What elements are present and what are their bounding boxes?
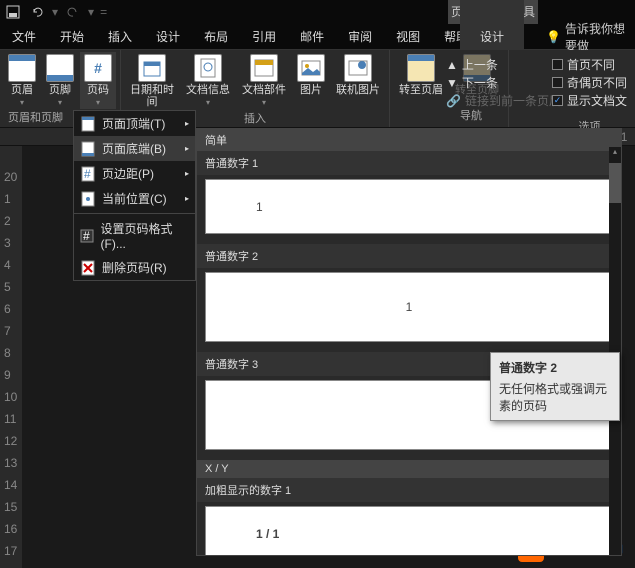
tab-file[interactable]: 文件 [0, 24, 48, 49]
quick-access-toolbar: ▾ ▾ = [4, 3, 107, 21]
format-icon: # [80, 228, 95, 244]
doc-parts-icon [250, 54, 278, 82]
current-pos-icon [80, 191, 96, 207]
header-button[interactable]: 页眉▾ [4, 52, 40, 109]
footer-button[interactable]: 页脚▾ [42, 52, 78, 109]
tab-view[interactable]: 视图 [384, 24, 432, 49]
group-options: 首页不同 奇偶页不同 ✓显示文档文 选项 [546, 52, 633, 140]
page-number-icon [84, 54, 112, 82]
chevron-right-icon: ▸ [185, 119, 189, 128]
chevron-right-icon: ▸ [185, 194, 189, 203]
dd-page-top[interactable]: 页面顶端(T)▸ [74, 111, 195, 136]
dd-page-margin[interactable]: # 页边距(P)▸ [74, 161, 195, 186]
scrollbar[interactable]: ▴ [609, 147, 621, 555]
gallery-section-simple: 简单 [197, 129, 621, 151]
show-doc-checkbox[interactable]: ✓显示文档文 [552, 92, 627, 109]
online-picture-icon [344, 54, 372, 82]
diff-first-checkbox[interactable]: 首页不同 [552, 56, 627, 73]
page-number-dropdown: 页面顶端(T)▸ 页面底端(B)▸ # 页边距(P)▸ 当前位置(C)▸ # 设… [73, 110, 196, 281]
dd-remove[interactable]: 删除页码(R) [74, 255, 195, 280]
lightbulb-icon: 💡 [546, 30, 561, 44]
chevron-right-icon: ▸ [185, 169, 189, 178]
doc-parts-button[interactable]: 文档部件▾ [237, 52, 291, 110]
next-button[interactable]: ▼下一条 [446, 74, 561, 91]
diff-odd-checkbox[interactable]: 奇偶页不同 [552, 74, 627, 91]
group-label-hf: 页眉和页脚 [4, 109, 63, 127]
chevron-right-icon: ▸ [185, 144, 189, 153]
header-icon [8, 54, 36, 82]
ruler-vertical: 20 1 2 3 4 5 6 7 8 9 10 11 12 13 14 15 1… [0, 146, 22, 568]
doc-info-button[interactable]: 文档信息▾ [181, 52, 235, 110]
group-label-nav: 导航 [460, 107, 482, 125]
dd-current-pos[interactable]: 当前位置(C)▸ [74, 186, 195, 211]
tab-design[interactable]: 设计 [144, 24, 192, 49]
dd-page-bottom[interactable]: 页面底端(B)▸ [74, 136, 195, 161]
gallery-item-label: 加粗显示的数字 1 [197, 478, 621, 502]
tell-me-search[interactable]: 💡 告诉我你想要做 [546, 20, 635, 54]
page-top-icon [80, 116, 96, 132]
picture-button[interactable]: 图片 [293, 52, 329, 110]
online-picture-button[interactable]: 联机图片 [331, 52, 385, 110]
gallery-item-label: 普通数字 2 [197, 244, 621, 268]
ribbon-tabs: 文件 开始 插入 设计 布局 引用 邮件 审阅 视图 帮助 设计 💡 告诉我你想… [0, 24, 635, 50]
gallery-item-label: 普通数字 1 [197, 151, 621, 175]
down-arrow-icon: ▼ [446, 76, 458, 90]
page-bottom-gallery: 简单 普通数字 1 1 普通数字 2 1 普通数字 3 X / Y 加粗显示的数… [196, 128, 622, 556]
save-icon[interactable] [4, 3, 22, 21]
tab-layout[interactable]: 布局 [192, 24, 240, 49]
doc-info-icon [194, 54, 222, 82]
svg-text:#: # [84, 167, 91, 181]
dd-format[interactable]: # 设置页码格式(F)... [74, 216, 195, 255]
tab-mailings[interactable]: 邮件 [288, 24, 336, 49]
up-arrow-icon: ▲ [446, 58, 458, 72]
datetime-button[interactable]: 日期和时间 [125, 52, 179, 110]
gallery-item-plain1[interactable]: 1 [205, 179, 613, 234]
page-margin-icon: # [80, 166, 96, 182]
remove-icon [80, 260, 96, 276]
calendar-icon [138, 54, 166, 82]
gallery-section-xy: X / Y [197, 460, 621, 478]
picture-icon [297, 54, 325, 82]
gallery-item-bold1[interactable]: 1 / 1 [205, 506, 613, 556]
redo-icon[interactable] [64, 3, 82, 21]
tooltip-title: 普通数字 2 [499, 359, 611, 376]
tab-home[interactable]: 开始 [48, 24, 96, 49]
link-icon: 🔗 [446, 94, 461, 108]
goto-header-icon [407, 54, 435, 82]
tooltip-body: 无任何格式或强调元素的页码 [499, 380, 611, 414]
title-bar: ▾ ▾ = [0, 0, 635, 24]
group-label-insert: 插入 [244, 110, 266, 128]
tab-insert[interactable]: 插入 [96, 24, 144, 49]
group-navigation: 转至页眉 转至页脚 ▲上一条 ▼下一条 🔗链接到前一条页眉 导航 [390, 50, 509, 127]
tooltip: 普通数字 2 无任何格式或强调元素的页码 [490, 352, 620, 421]
footer-icon [46, 54, 74, 82]
undo-icon[interactable] [28, 3, 46, 21]
gallery-item-plain2[interactable]: 1 [205, 272, 613, 342]
page-bottom-icon [80, 141, 96, 157]
prev-button[interactable]: ▲上一条 [446, 56, 561, 73]
tab-review[interactable]: 审阅 [336, 24, 384, 49]
page-number-button[interactable]: 页码▾ [80, 52, 116, 109]
tab-references[interactable]: 引用 [240, 24, 288, 49]
svg-text:#: # [83, 229, 90, 243]
